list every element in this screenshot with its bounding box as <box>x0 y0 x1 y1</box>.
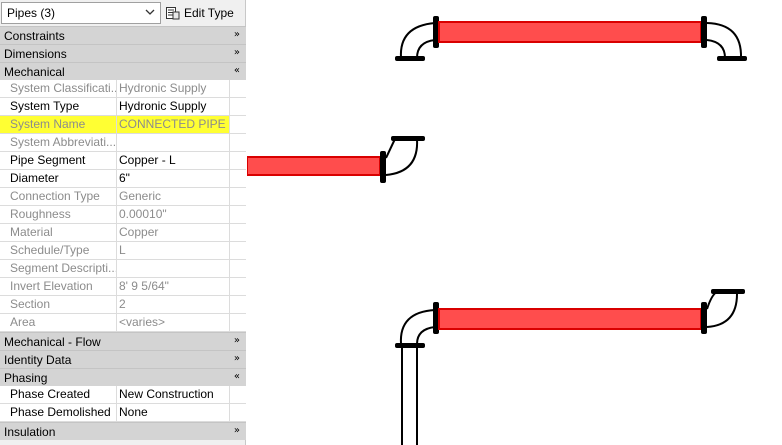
elbow-fitting[interactable] <box>385 138 419 176</box>
pipe-segment[interactable] <box>438 308 702 330</box>
group-label: Phasing <box>4 370 48 385</box>
group-mechanical[interactable]: Mechanical « <box>0 62 246 80</box>
flange <box>391 136 425 141</box>
prop-name: System Type <box>0 98 117 115</box>
pipe-run-top[interactable] <box>395 16 747 61</box>
double-chevron-down-icon: » <box>233 47 240 58</box>
prop-name: Pipe Segment <box>0 152 117 169</box>
group-label: Identity Data <box>4 352 72 367</box>
prop-value: CONNECTED PIPE <box>117 116 230 133</box>
double-chevron-down-icon: » <box>233 29 240 40</box>
group-label: Insulation <box>4 424 56 439</box>
group-label: Mechanical <box>4 64 65 79</box>
prop-name: Invert Elevation <box>0 278 117 295</box>
prop-value: L <box>117 242 230 259</box>
prop-value: Copper <box>117 224 230 241</box>
chevron-down-icon <box>145 9 155 15</box>
pipe-run-bottom[interactable] <box>395 289 745 445</box>
flange <box>380 151 386 183</box>
group-label: Dimensions <box>4 46 67 61</box>
prop-row-system-abbreviation: System Abbreviati... <box>0 134 246 152</box>
prop-row-roughness: Roughness 0.00010" <box>0 206 246 224</box>
elbow-fitting[interactable] <box>706 39 726 59</box>
prop-row-area: Area <varies> <box>0 314 246 332</box>
properties-palette: Pipes (3) Edit Type Constraints » Dimens… <box>0 0 246 445</box>
prop-name: Phase Created <box>0 386 117 403</box>
group-label: Mechanical - Flow <box>4 334 101 349</box>
prop-row-pipe-segment[interactable]: Pipe Segment Copper - L <box>0 152 246 170</box>
edit-type-button[interactable]: Edit Type <box>165 2 234 24</box>
prop-name: System Abbreviati... <box>0 134 117 151</box>
flange <box>395 56 425 61</box>
prop-name: Section <box>0 296 117 313</box>
pipe-run-middle[interactable] <box>247 136 425 183</box>
prop-row-diameter[interactable]: Diameter 6" <box>0 170 246 188</box>
type-selector-row: Pipes (3) Edit Type <box>0 0 246 26</box>
group-mechanical-flow[interactable]: Mechanical - Flow » <box>0 332 246 350</box>
prop-value: 2 <box>117 296 230 313</box>
prop-row-phase-created[interactable]: Phase Created New Construction <box>0 386 246 404</box>
prop-row-phase-demolished[interactable]: Phase Demolished None <box>0 404 246 422</box>
group-identity-data[interactable]: Identity Data » <box>0 350 246 368</box>
drawing-canvas[interactable] <box>247 0 782 445</box>
prop-value[interactable]: 6" <box>117 170 230 187</box>
group-constraints[interactable]: Constraints » <box>0 26 246 44</box>
double-chevron-up-icon: « <box>233 371 240 382</box>
elbow-fitting[interactable] <box>706 291 718 310</box>
prop-row-system-classification: System Classificati... Hydronic Supply <box>0 80 246 98</box>
double-chevron-down-icon: » <box>233 425 240 436</box>
prop-value <box>117 134 230 151</box>
prop-row-segment-description: Segment Descripti... <box>0 260 246 278</box>
prop-value: Generic <box>117 188 230 205</box>
prop-name: System Name <box>0 116 117 133</box>
prop-row-system-type[interactable]: System Type Hydronic Supply <box>0 98 246 116</box>
prop-row-schedule-type: Schedule/Type L <box>0 242 246 260</box>
prop-name: Material <box>0 224 117 241</box>
prop-value: 0.00010" <box>117 206 230 223</box>
double-chevron-down-icon: » <box>233 335 240 346</box>
edit-type-icon <box>166 7 180 20</box>
elbow-fitting[interactable] <box>385 138 396 159</box>
properties-grid: Constraints » Dimensions » Mechanical « … <box>0 26 246 440</box>
pipe-segment[interactable] <box>247 156 381 176</box>
prop-row-material: Material Copper <box>0 224 246 242</box>
flange <box>711 289 745 294</box>
double-chevron-down-icon: » <box>233 353 240 364</box>
prop-value: <varies> <box>117 314 230 331</box>
prop-value[interactable]: Copper - L <box>117 152 230 169</box>
double-chevron-up-icon: « <box>233 65 240 76</box>
prop-name: Connection Type <box>0 188 117 205</box>
type-selector-value: Pipes (3) <box>7 6 56 20</box>
prop-value: 8' 9 5/64" <box>117 278 230 295</box>
prop-value[interactable]: Hydronic Supply <box>117 98 230 115</box>
prop-name: Diameter <box>0 170 117 187</box>
prop-row-section: Section 2 <box>0 296 246 314</box>
group-dimensions[interactable]: Dimensions » <box>0 44 246 62</box>
prop-row-invert-elevation: Invert Elevation 8' 9 5/64" <box>0 278 246 296</box>
type-selector-dropdown[interactable]: Pipes (3) <box>1 2 161 24</box>
prop-row-system-name: System Name CONNECTED PIPE <box>0 116 246 134</box>
prop-value: Hydronic Supply <box>117 80 230 97</box>
group-label: Constraints <box>4 28 65 43</box>
prop-value <box>117 260 230 277</box>
prop-value[interactable]: New Construction <box>117 386 230 403</box>
pipe-segment[interactable] <box>438 21 702 43</box>
flange <box>395 343 425 348</box>
prop-name: System Classificati... <box>0 80 117 97</box>
elbow-fitting[interactable] <box>416 326 436 345</box>
group-insulation[interactable]: Insulation » <box>0 422 246 440</box>
prop-name: Schedule/Type <box>0 242 117 259</box>
flange <box>701 16 707 48</box>
group-phasing[interactable]: Phasing « <box>0 368 246 386</box>
elbow-fitting[interactable] <box>416 39 436 59</box>
edit-type-label: Edit Type <box>184 6 234 20</box>
prop-name: Phase Demolished <box>0 404 117 421</box>
prop-row-connection-type: Connection Type Generic <box>0 188 246 206</box>
prop-name: Area <box>0 314 117 331</box>
flange <box>701 302 707 334</box>
prop-name: Segment Descripti... <box>0 260 117 277</box>
prop-value[interactable]: None <box>117 404 230 421</box>
prop-name: Roughness <box>0 206 117 223</box>
flange <box>717 56 747 61</box>
